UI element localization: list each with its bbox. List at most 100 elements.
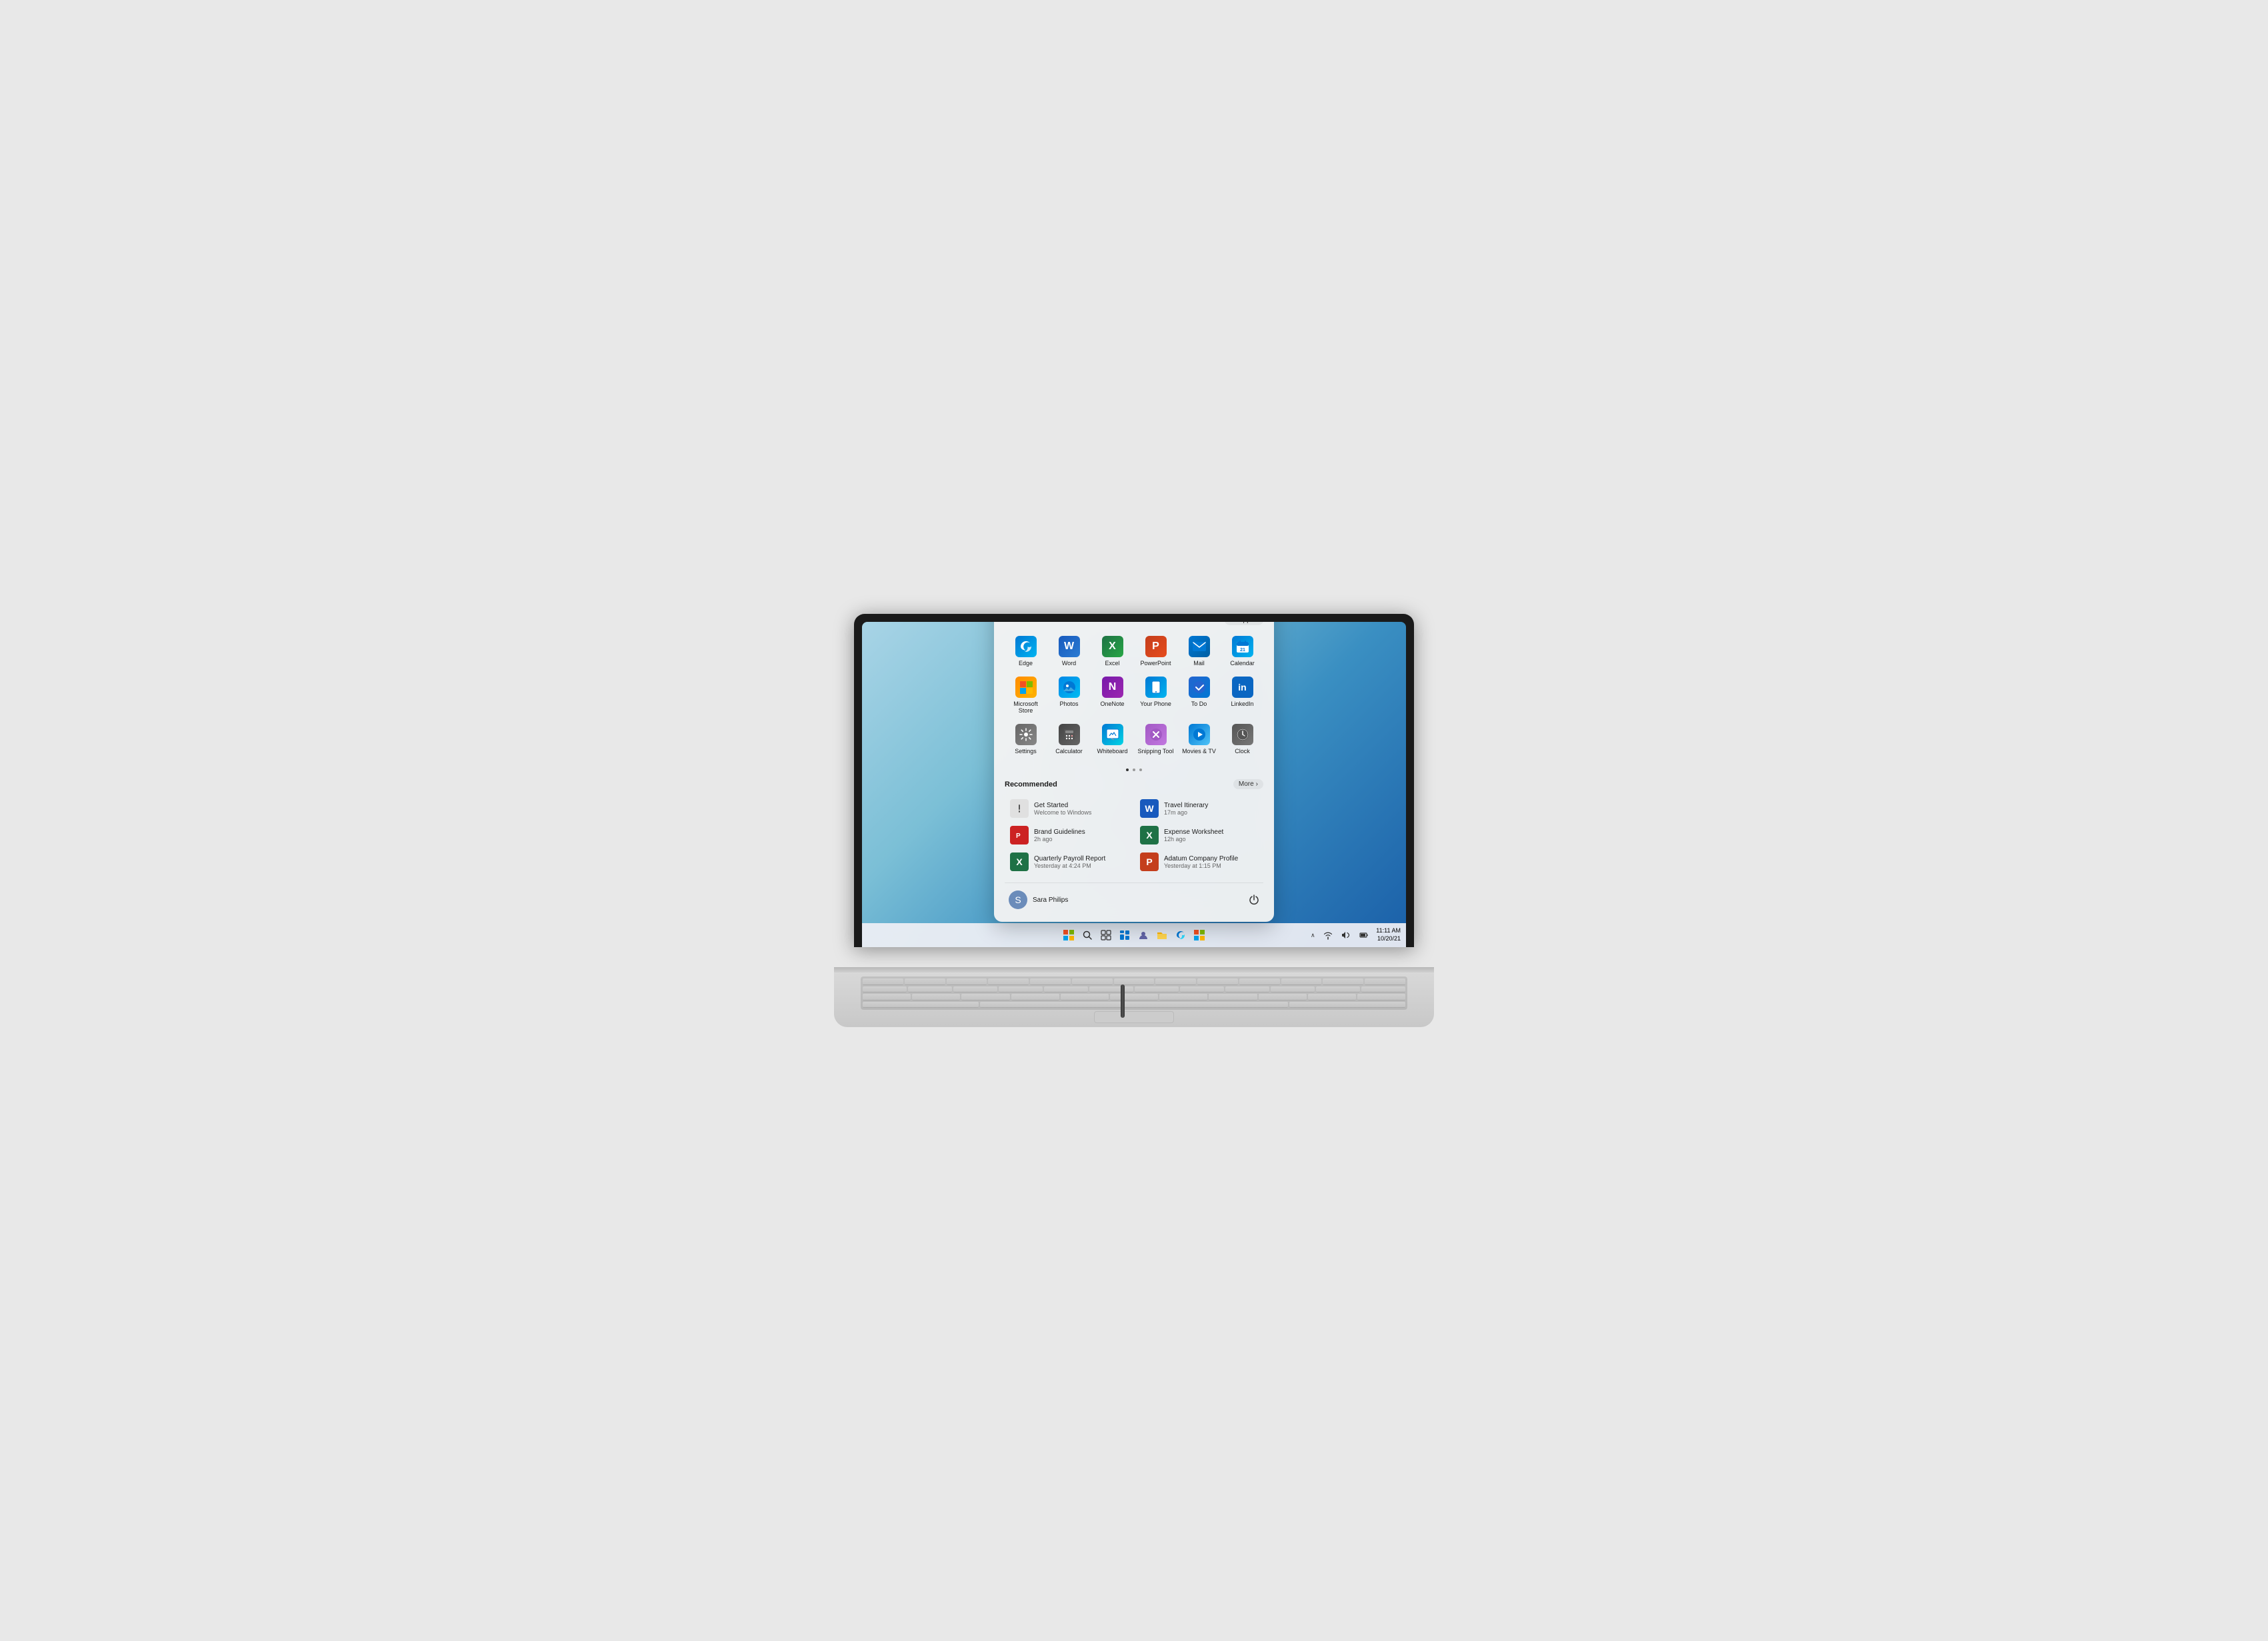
taskbar-wifi-icon[interactable] (1320, 927, 1336, 943)
taskbar-edge[interactable] (1173, 927, 1189, 943)
expense-icon: X (1140, 826, 1159, 844)
app-movies[interactable]: Movies & TV (1178, 720, 1220, 759)
key (1061, 994, 1109, 1000)
onenote-label: OneNote (1100, 701, 1124, 708)
taskbar-chevron-up[interactable]: ∧ (1307, 930, 1318, 940)
taskbar-widgets[interactable] (1117, 927, 1133, 943)
taskbar-right: ∧ 11:11 AM 10/20/21 (1307, 927, 1401, 943)
app-word[interactable]: W Word (1048, 632, 1090, 671)
expense-time: 12h ago (1164, 836, 1223, 842)
key (1209, 994, 1257, 1000)
taskbar-sys-icons: ∧ (1307, 927, 1372, 943)
taskbar-msstore[interactable] (1191, 927, 1207, 943)
user-avatar: S (1009, 890, 1027, 909)
key (1365, 978, 1405, 985)
taskbar-teams[interactable] (1135, 927, 1151, 943)
key (1114, 978, 1155, 985)
all-apps-button[interactable]: All apps › (1225, 622, 1263, 625)
app-msstore[interactable]: Microsoft Store (1005, 673, 1047, 719)
taskbar-file-explorer[interactable] (1154, 927, 1170, 943)
app-excel[interactable]: X Excel (1091, 632, 1133, 671)
taskbar-center (1061, 927, 1207, 943)
taskbar-datetime[interactable]: 11:11 AM 10/20/21 (1376, 927, 1401, 942)
taskbar-search[interactable] (1079, 927, 1095, 943)
key (912, 994, 960, 1000)
taskbar: ∧ 11:11 AM 10/20/21 (862, 923, 1406, 947)
app-onenote[interactable]: N OneNote (1091, 673, 1133, 719)
mail-icon (1189, 636, 1210, 657)
get-started-icon (1010, 799, 1029, 818)
start-menu-bottom: S Sara Philips (1005, 882, 1263, 911)
calculator-icon (1059, 724, 1080, 745)
app-powerpoint[interactable]: P PowerPoint (1135, 632, 1177, 671)
taskbar-task-view[interactable] (1098, 927, 1114, 943)
key (905, 978, 945, 985)
power-button[interactable] (1245, 890, 1263, 909)
app-whiteboard[interactable]: Whiteboard (1091, 720, 1133, 759)
photos-label: Photos (1059, 701, 1078, 708)
app-settings[interactable]: Settings (1005, 720, 1047, 759)
app-linkedin[interactable]: in LinkedIn (1221, 673, 1263, 719)
expense-text: Expense Worksheet 12h ago (1164, 828, 1223, 842)
touchpad[interactable] (1094, 1011, 1174, 1023)
snipping-icon (1145, 724, 1167, 745)
user-profile[interactable]: S Sara Philips (1005, 888, 1072, 911)
dot-3 (1139, 769, 1142, 771)
app-edge[interactable]: Edge (1005, 632, 1047, 671)
laptop-keyboard-area (834, 972, 1434, 1027)
key (908, 986, 952, 993)
key (1110, 994, 1158, 1000)
key (1159, 994, 1207, 1000)
key (988, 978, 1029, 985)
more-button[interactable]: More › (1233, 779, 1263, 789)
expense-name: Expense Worksheet (1164, 828, 1223, 836)
onenote-icon: N (1102, 677, 1123, 698)
laptop: Type here to search Pinned All apps › (834, 614, 1434, 1027)
key-row-2 (863, 986, 1405, 993)
whiteboard-icon (1102, 724, 1123, 745)
app-mail[interactable]: Mail (1178, 632, 1220, 671)
linkedin-label: LinkedIn (1231, 701, 1253, 708)
rec-adatum[interactable]: P Adatum Company Profile Yesterday at 1:… (1135, 849, 1263, 874)
todo-label: To Do (1191, 701, 1207, 708)
rec-get-started[interactable]: Get Started Welcome to Windows (1005, 796, 1133, 821)
key-row-4 (863, 1002, 1405, 1008)
app-calculator[interactable]: Calculator (1048, 720, 1090, 759)
calendar-label: Calendar (1230, 660, 1255, 667)
pinned-header: Pinned All apps › (1005, 622, 1263, 625)
key (953, 986, 997, 993)
laptop-base (834, 967, 1434, 1027)
rec-payroll[interactable]: X Quarterly Payroll Report Yesterday at … (1005, 849, 1133, 874)
key (1239, 978, 1280, 985)
brand-text: Brand Guidelines 2h ago (1034, 828, 1085, 842)
rec-brand[interactable]: P Brand Guidelines 2h ago (1005, 822, 1133, 848)
adatum-icon: P (1140, 852, 1159, 871)
taskbar-volume-icon[interactable] (1338, 927, 1354, 943)
app-yourphone[interactable]: Your Phone (1135, 673, 1177, 719)
app-todo[interactable]: To Do (1178, 673, 1220, 719)
travel-time: 17m ago (1164, 809, 1208, 816)
key (961, 994, 1009, 1000)
taskbar-date-value: 10/20/21 (1376, 935, 1401, 943)
app-clock[interactable]: Clock (1221, 720, 1263, 759)
key (980, 1002, 1289, 1008)
travel-icon: W (1140, 799, 1159, 818)
taskbar-battery-icon[interactable] (1356, 927, 1372, 943)
rec-travel[interactable]: W Travel Itinerary 17m ago (1135, 796, 1263, 821)
app-calendar[interactable]: 21 Calendar (1221, 632, 1263, 671)
payroll-text: Quarterly Payroll Report Yesterday at 4:… (1034, 855, 1105, 869)
key (947, 978, 987, 985)
brand-time: 2h ago (1034, 836, 1085, 842)
taskbar-windows-start[interactable] (1061, 927, 1077, 943)
laptop-hinge (834, 967, 1434, 972)
key (1225, 986, 1269, 993)
app-photos[interactable]: Photos (1048, 673, 1090, 719)
excel-icon: X (1102, 636, 1123, 657)
rec-expense[interactable]: X Expense Worksheet 12h ago (1135, 822, 1263, 848)
todo-icon (1189, 677, 1210, 698)
app-snipping[interactable]: Snipping Tool (1135, 720, 1177, 759)
get-started-subtitle: Welcome to Windows (1034, 809, 1091, 816)
dot-1 (1126, 769, 1129, 771)
recommended-label: Recommended (1005, 781, 1057, 789)
key (1011, 994, 1059, 1000)
